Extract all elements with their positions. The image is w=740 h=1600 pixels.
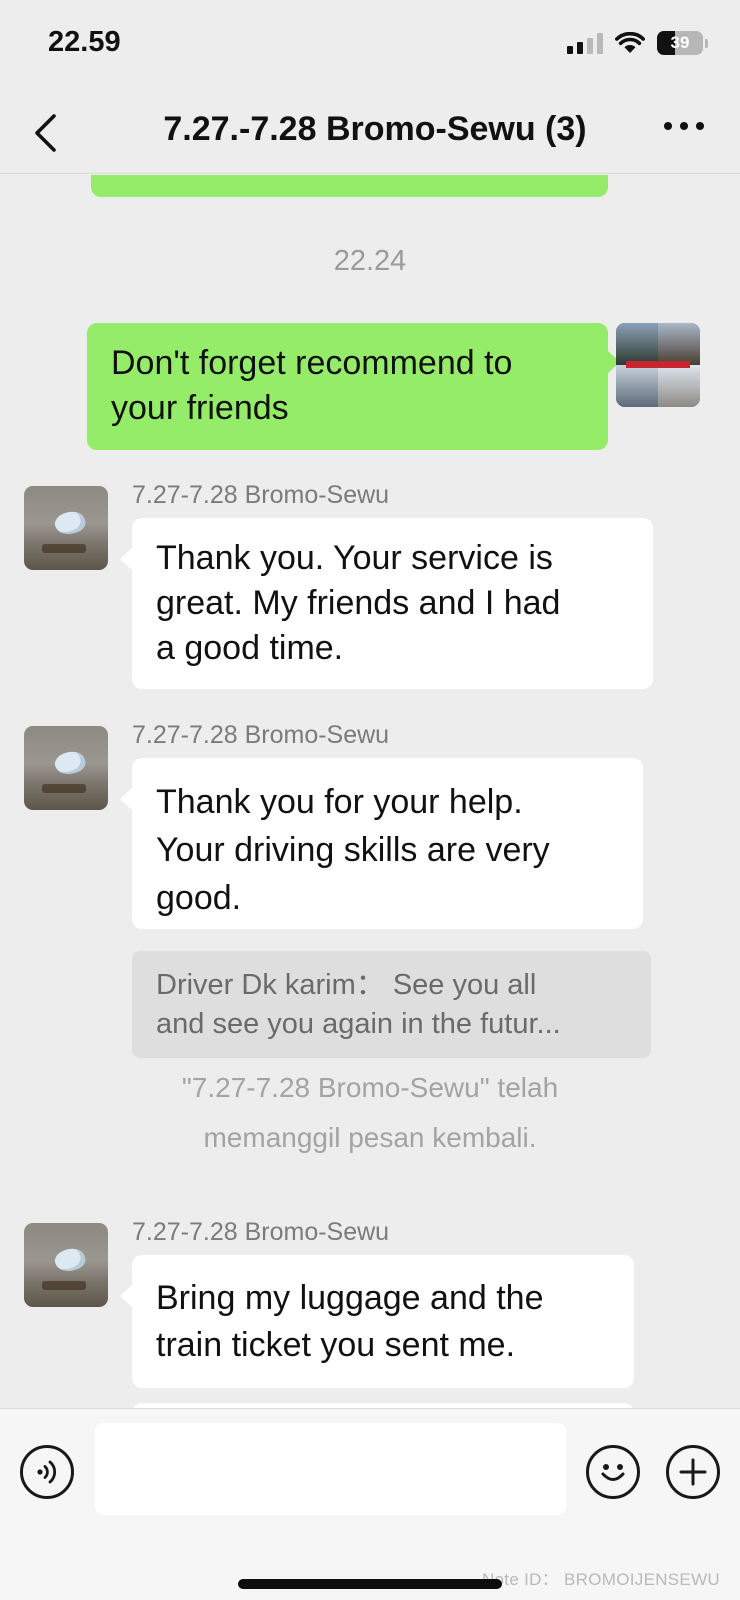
message-bubble-other[interactable]: Thank you. Your service is great. My fri… (120, 518, 653, 689)
input-bar: Note ID： BROMOIJENSEWU (0, 1408, 740, 1600)
message-line: Thank you. Your service is (156, 539, 553, 577)
sender-name: 7.27-7.28 Bromo-Sewu (132, 721, 390, 749)
system-recall-note: "7.27-7.28 Bromo-Sewu" telah memanggil p… (0, 1063, 740, 1163)
wifi-icon (615, 32, 645, 53)
battery-cap (705, 38, 708, 48)
message-bubble-other[interactable]: Bring my luggage and the train ticket yo… (120, 1255, 634, 1388)
status-time: 22.59 (48, 26, 121, 58)
battery-icon: 39 (657, 31, 703, 55)
sender-name: 7.27-7.28 Bromo-Sewu (132, 481, 390, 509)
avatar-other[interactable] (24, 486, 108, 570)
chat-title: 7.27.-7.28 Bromo-Sewu (3) (163, 110, 587, 148)
message-input[interactable] (95, 1423, 566, 1515)
more-dots-icon[interactable] (664, 122, 704, 130)
message-line: your friends (111, 389, 289, 427)
message-timestamp: 22.24 (333, 245, 407, 277)
status-bar: 22.59 39 (0, 0, 740, 92)
message-line: Don't forget recommend to (111, 344, 513, 382)
message-line: great. My friends and I had (156, 584, 561, 622)
avatar-self[interactable] (616, 323, 700, 407)
message-line: Your driving skills are very (156, 831, 550, 869)
home-indicator[interactable] (238, 1579, 502, 1589)
plus-icon[interactable] (666, 1445, 720, 1499)
message-line: Bring my luggage and the (156, 1279, 544, 1317)
smiley-face-icon (601, 1464, 625, 1481)
status-icons: 39 (567, 31, 708, 55)
chat-header: 7.27.-7.28 Bromo-Sewu (3) (0, 92, 740, 174)
system-note-line: "7.27-7.28 Bromo-Sewu" telah (181, 1072, 559, 1103)
note-id-watermark: Note ID： BROMOIJENSEWU (481, 1570, 720, 1589)
message-line: train ticket you sent me. (156, 1326, 516, 1364)
previous-message-bubble[interactable] (91, 175, 608, 197)
message-bubble-other[interactable]: Thank you for your help. Your driving sk… (120, 758, 643, 929)
plus-sign-icon (679, 1458, 707, 1486)
signal-icon (567, 32, 603, 54)
message-bubble-self[interactable]: Don't forget recommend to your friends (87, 323, 620, 450)
voice-icon[interactable] (20, 1445, 74, 1499)
quote-line: Driver Dk karim： See you all (156, 969, 537, 1001)
quote-line: and see you again in the futur... (156, 1008, 561, 1040)
message-line: a good time. (156, 629, 344, 667)
message-line: good. (156, 879, 242, 917)
emoji-icon[interactable] (586, 1445, 640, 1499)
voice-wave-icon (37, 1460, 57, 1484)
avatar-other[interactable] (24, 726, 108, 810)
message-line: Thank you for your help. (156, 783, 523, 821)
chat-screen: 22.59 39 7.27.-7.28 Bromo-Sewu (3) 22.24… (0, 0, 740, 1600)
battery-level: 39 (670, 33, 690, 52)
quoted-message[interactable]: Driver Dk karim： See you all and see you… (132, 951, 651, 1058)
sender-name: 7.27-7.28 Bromo-Sewu (132, 1218, 390, 1246)
system-note-line: memanggil pesan kembali. (203, 1122, 537, 1153)
message-list[interactable]: 22.24 Don't forget recommend to your fri… (0, 175, 740, 1408)
avatar-other[interactable] (24, 1223, 108, 1307)
